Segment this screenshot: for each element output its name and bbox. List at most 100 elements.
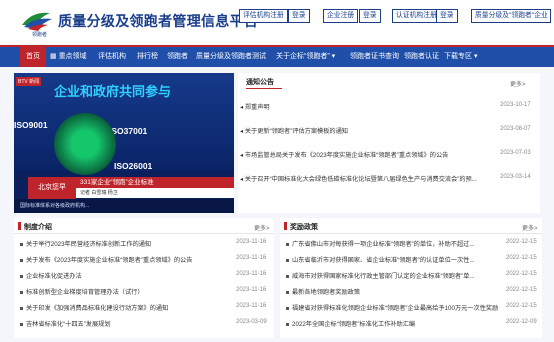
list-item[interactable]: 关于举行2023年民营经济标准创新工作的通知: [20, 239, 230, 248]
nav-leaders[interactable]: 领跑者: [167, 47, 188, 67]
bullet-icon: [286, 322, 289, 326]
bullet-icon: [20, 242, 23, 246]
list-item[interactable]: 关于印发《加强消费品标准化建设行动方案》的通知: [20, 303, 230, 312]
list-item[interactable]: 关于发布《2023年度实施企业标准“领跑者”重点领域》的公告: [20, 255, 230, 264]
item-date: 2022-12-09: [506, 319, 537, 325]
svg-text:领跑者: 领跑者: [32, 31, 47, 37]
globe-graphic: [54, 113, 116, 175]
notice-more-link[interactable]: 更多>: [510, 79, 526, 88]
list-item[interactable]: 山东省临沂市对获得国家、省企业标准“领跑者”的认证单位一次性...: [286, 255, 501, 264]
bullet-icon: [20, 274, 23, 278]
enterprise-login-button[interactable]: 登录: [359, 9, 381, 23]
section-marker: [18, 222, 21, 230]
notice-text: 市场监管总局关于发布《2023年度实施企业标准“领跑者”重点领域》的公告: [244, 152, 449, 159]
notice-panel: 通知公告 更多> ◂ 郑重声明 2023-10-17 ◂ 关于更新“领跑者”评估…: [238, 73, 540, 213]
notice-item[interactable]: ◂ 市场监管总局关于发布《2023年度实施企业标准“领跑者”重点领域》的公告: [240, 150, 498, 159]
nav-evaluation-orgs[interactable]: 评估机构: [98, 47, 126, 67]
list-item[interactable]: 2022年全国企标“领跑者”标准化工作补助汇编: [286, 319, 501, 328]
grid-icon: ▦: [50, 53, 59, 60]
item-text: 标准创新型企业梯度培育管理办法（试行）: [26, 289, 144, 296]
item-date: 2022-12-15: [506, 287, 537, 293]
bullet-icon: [286, 274, 289, 278]
chevron-down-icon: ▾: [329, 53, 336, 60]
item-text: 威海市对获得国家标准化行政主管部门认定的企业标准“领跑者”单...: [292, 273, 475, 280]
leader-enterprise-button[interactable]: 质量分级及"领跑者"企业: [471, 9, 551, 23]
item-date: 2022-12-15: [506, 255, 537, 261]
bullet-icon: [286, 258, 289, 262]
channel-tag: BTV 新闻: [16, 77, 42, 86]
reward-policy-more-link[interactable]: 更多>: [522, 223, 538, 232]
list-item[interactable]: 吉林省标准化“十四五”发展规划: [20, 319, 230, 328]
site-title: 质量分级及领跑者管理信息平台: [58, 13, 259, 29]
reward-policy-title: 奖励政策: [290, 224, 318, 231]
policy-intro-panel: 制度介绍 更多> 关于举行2023年民营经济标准创新工作的通知 2023-11-…: [14, 218, 274, 338]
title-underline: [246, 88, 282, 89]
news-banner[interactable]: BTV 新闻 企业和政府共同参与 ISO9001 ISO37001 ISO260…: [14, 73, 234, 213]
iso-code: ISO26001: [114, 161, 153, 171]
list-item[interactable]: 广东省佛山市对每获得一项企业标准“领跑者”的单位，补助不超过...: [286, 239, 501, 248]
list-item[interactable]: 威海市对获得国家标准化行政主管部门认定的企业标准“领跑者”单...: [286, 271, 501, 280]
list-item[interactable]: 企业标准化促进办法: [20, 271, 230, 280]
program-name: 北京您早: [28, 177, 76, 199]
bullet-icon: [286, 242, 289, 246]
notice-item[interactable]: ◂ 关于更新“领跑者”评估方案模板的通知: [240, 126, 450, 135]
item-date: 2023-11-16: [236, 303, 267, 309]
bullet-icon: [286, 290, 289, 294]
item-date: 2022-12-15: [506, 239, 537, 245]
notice-item[interactable]: ◂ 郑重声明: [240, 102, 450, 111]
nav-downloads[interactable]: 下载专区 ▾: [444, 47, 477, 67]
item-text: 2022年全国企标“领跑者”标准化工作补助汇编: [292, 321, 416, 328]
nav-label: 重点领域: [58, 53, 87, 60]
notice-date: 2023-10-17: [500, 102, 531, 108]
nav-about-leader[interactable]: 关于企标“领跑者” ▾: [276, 47, 335, 67]
cert-org-register-button[interactable]: 认证机构注册: [392, 9, 441, 23]
banner-caption: 331家企业“领跑”企业标准: [76, 177, 234, 188]
divider: [14, 233, 274, 234]
section-marker: [284, 222, 287, 230]
list-item[interactable]: 最新各地领跑者奖励政策: [286, 287, 501, 296]
policy-intro-title: 制度介绍: [24, 224, 52, 231]
nav-home[interactable]: 首页: [20, 47, 46, 67]
item-date: 2023-11-16: [236, 271, 267, 277]
chevron-down-icon: ▾: [472, 53, 478, 60]
enterprise-register-button[interactable]: 企业注册: [323, 9, 359, 23]
notice-text: 关于更新“领跑者”评估方案模板的通知: [244, 128, 348, 135]
item-date: 2022-12-15: [506, 303, 537, 309]
policy-intro-more-link[interactable]: 更多>: [254, 223, 270, 232]
notice-text: 郑重声明: [244, 104, 270, 111]
list-item[interactable]: 福建省对获得标准化领跑企业标准“领跑者”企业最高给予100万元一次性奖励: [286, 303, 501, 312]
notice-text: 关于召开“中国标准化大会绿色低碳标准化论坛暨第八届绿色生产与消费交流会”的预..…: [244, 176, 477, 183]
item-date: 2022-12-15: [506, 271, 537, 277]
banner-headline: 企业和政府共同参与: [54, 84, 172, 99]
item-text: 广东省佛山市对每获得一项企业标准“领跑者”的单位，补助不超过...: [292, 241, 475, 248]
notice-item[interactable]: ◂ 关于召开“中国标准化大会绿色低碳标准化论坛暨第八届绿色生产与消费交流会”的预…: [240, 174, 496, 183]
bullet-icon: [20, 322, 23, 326]
bullet-icon: [20, 258, 23, 262]
notice-title: 通知公告: [246, 79, 274, 86]
bullet-icon: [286, 306, 289, 310]
nav-grading-test[interactable]: 质量分级及领跑者测试: [196, 47, 266, 67]
nav-key-fields[interactable]: ▦ 重点领域: [50, 47, 87, 67]
platform-logo-icon[interactable]: 领跑者: [20, 7, 54, 37]
item-date: 2023-11-16: [236, 287, 267, 293]
notice-date: 2023-03-14: [500, 174, 531, 180]
item-text: 吉林省标准化“十四五”发展规划: [26, 321, 111, 328]
item-date: 2023-11-16: [236, 255, 267, 261]
list-item[interactable]: 标准创新型企业梯度培育管理办法（试行）: [20, 287, 230, 296]
site-header: 领跑者 质量分级及领跑者管理信息平台 评估机构注册 登录 企业注册 登录 认证机…: [0, 0, 554, 44]
item-text: 关于举行2023年民营经济标准创新工作的通知: [26, 241, 152, 248]
nav-ranking[interactable]: 排行榜: [137, 47, 158, 67]
notice-date: 2023-08-07: [500, 126, 531, 132]
main-nav: 首页 ▦ 重点领域 评估机构 排行榜 领跑者 质量分级及领跑者测试 关于企标“领…: [0, 45, 554, 67]
item-text: 企业标准化促进办法: [26, 273, 82, 280]
item-date: 2023-11-16: [236, 239, 267, 245]
evaluation-org-register-button[interactable]: 评估机构注册: [239, 9, 288, 23]
evaluation-org-login-button[interactable]: 登录: [288, 9, 310, 23]
divider: [280, 233, 542, 234]
item-text: 关于印发《加强消费品标准化建设行动方案》的通知: [26, 305, 169, 312]
cert-org-login-button[interactable]: 登录: [436, 9, 458, 23]
nav-certificate-query[interactable]: 领跑者证书查询: [350, 47, 399, 67]
reward-policy-panel: 奖励政策 更多> 广东省佛山市对每获得一项企业标准“领跑者”的单位，补助不超过.…: [280, 218, 542, 338]
nav-leader-certification[interactable]: 领跑者认证: [404, 47, 439, 67]
item-text: 山东省临沂市对获得国家、省企业标准“领跑者”的认证单位一次性...: [292, 257, 475, 264]
